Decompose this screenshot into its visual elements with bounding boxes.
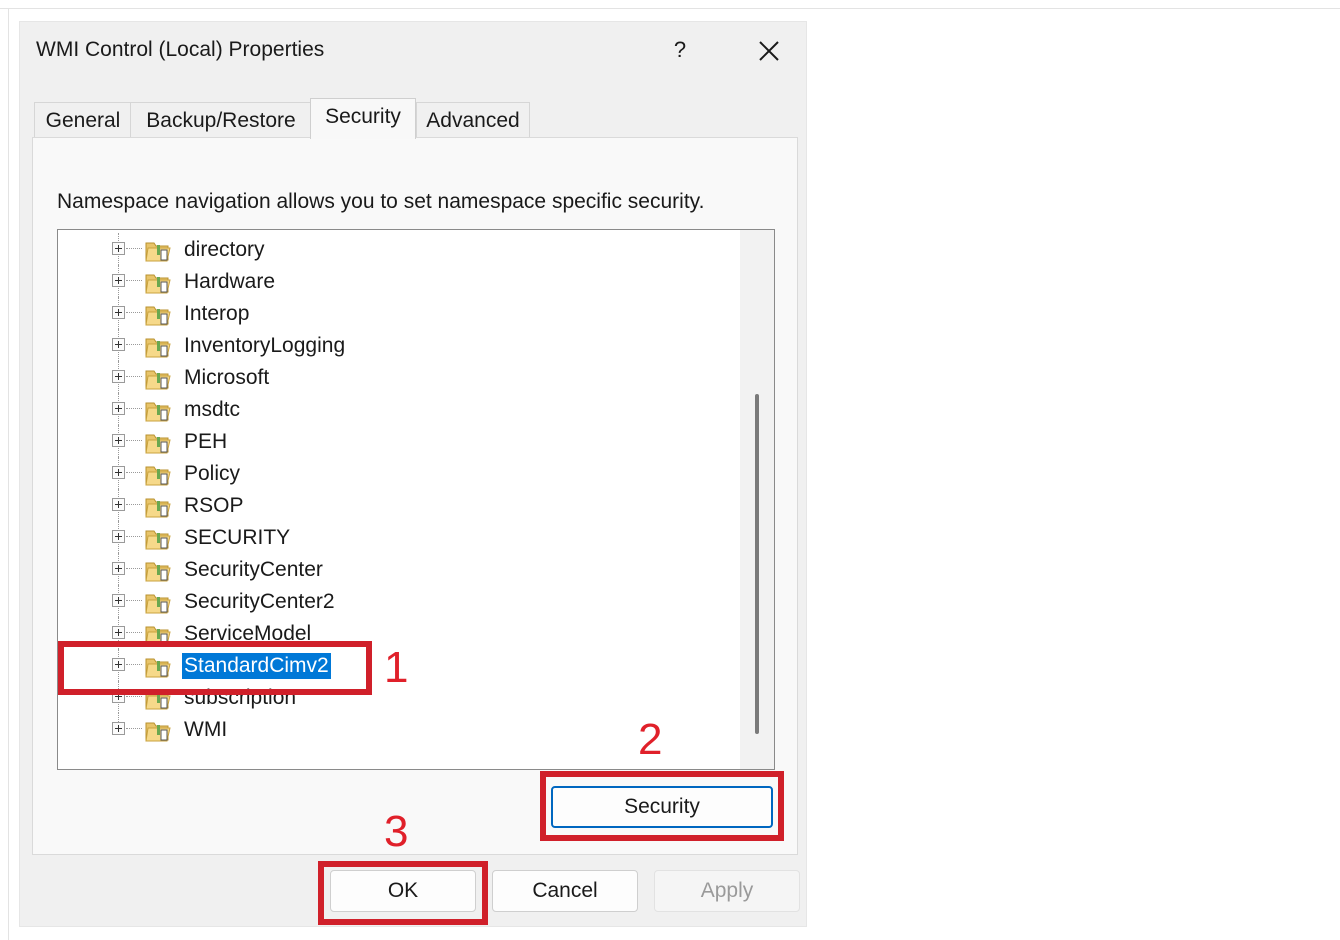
instruction-text: Namespace navigation allows you to set n… (57, 190, 705, 213)
tree-item[interactable]: SecurityCenter2 (58, 585, 748, 617)
tab-backup-restore[interactable]: Backup/Restore (130, 102, 312, 138)
expand-plus-icon[interactable] (112, 338, 125, 351)
namespace-folder-icon (144, 589, 172, 615)
tree-item[interactable]: Interop (58, 297, 748, 329)
tree-item-label[interactable]: Interop (182, 301, 251, 327)
tab-advanced[interactable]: Advanced (416, 102, 530, 138)
namespace-folder-icon (144, 237, 172, 263)
expand-plus-icon[interactable] (112, 306, 125, 319)
cancel-button[interactable]: Cancel (492, 870, 638, 912)
expand-plus-icon[interactable] (112, 242, 125, 255)
tree-item-label[interactable]: Hardware (182, 269, 277, 295)
tree-item-label[interactable]: RSOP (182, 493, 246, 519)
annotation-number-1: 1 (384, 643, 409, 692)
page-top-border (0, 8, 1340, 9)
close-icon (759, 41, 779, 61)
expand-plus-icon[interactable] (112, 434, 125, 447)
tree-item[interactable]: SECURITY (58, 521, 748, 553)
tree-item-label[interactable]: InventoryLogging (182, 333, 347, 359)
dialog-title: WMI Control (Local) Properties (36, 38, 325, 61)
namespace-folder-icon (144, 269, 172, 295)
tree-line (126, 696, 142, 697)
namespace-folder-icon (144, 397, 172, 423)
tree-scrollbar[interactable] (740, 230, 774, 769)
tree-item[interactable]: Hardware (58, 265, 748, 297)
expand-plus-icon[interactable] (112, 466, 125, 479)
close-button[interactable] (748, 32, 788, 68)
annotation-number-3: 3 (384, 807, 409, 856)
expand-plus-icon[interactable] (112, 626, 125, 639)
tree-item[interactable]: InventoryLogging (58, 329, 748, 361)
tree-item-label[interactable]: Microsoft (182, 365, 271, 391)
namespace-folder-icon (144, 525, 172, 551)
tree-item[interactable]: RSOP (58, 489, 748, 521)
tree-item-label[interactable]: SecurityCenter (182, 557, 325, 583)
expand-plus-icon[interactable] (112, 498, 125, 511)
tree-item[interactable]: msdtc (58, 393, 748, 425)
namespace-folder-icon (144, 333, 172, 359)
tree-item-label[interactable]: Policy (182, 461, 242, 487)
expand-plus-icon[interactable] (112, 370, 125, 383)
tree-item-label[interactable]: WMI (182, 717, 229, 743)
namespace-folder-icon (144, 461, 172, 487)
tree-line (126, 472, 142, 473)
tree-line (126, 408, 142, 409)
page-left-border (8, 8, 9, 940)
namespace-folder-icon (144, 493, 172, 519)
annotation-number-2: 2 (638, 715, 663, 764)
apply-button[interactable]: Apply (654, 870, 800, 912)
tree-item[interactable]: SecurityCenter (58, 553, 748, 585)
namespace-folder-icon (144, 557, 172, 583)
tab-general[interactable]: General (34, 102, 132, 138)
tree-item-label[interactable]: msdtc (182, 397, 242, 423)
expand-plus-icon[interactable] (112, 402, 125, 415)
tree-item[interactable]: PEH (58, 425, 748, 457)
annotation-box-3 (318, 861, 488, 925)
expand-plus-icon[interactable] (112, 562, 125, 575)
tree-item-label[interactable]: PEH (182, 429, 229, 455)
tree-line (126, 728, 142, 729)
expand-plus-icon[interactable] (112, 722, 125, 735)
tree-line (126, 248, 142, 249)
tree-item-label[interactable]: SECURITY (182, 525, 292, 551)
tree-line (126, 280, 142, 281)
tree-line (126, 312, 142, 313)
scroll-thumb[interactable] (755, 394, 759, 734)
annotation-box-1 (58, 641, 372, 695)
help-button[interactable]: ? (660, 32, 700, 68)
tree-line (126, 440, 142, 441)
tree-line (126, 568, 142, 569)
tree-line (126, 504, 142, 505)
tree-item-label[interactable]: SecurityCenter2 (182, 589, 337, 615)
tab-security[interactable]: Security (310, 98, 416, 139)
namespace-folder-icon (144, 365, 172, 391)
tree-item[interactable]: Microsoft (58, 361, 748, 393)
tree-line (126, 632, 142, 633)
annotation-box-2 (540, 771, 784, 841)
security-tab-panel: Namespace navigation allows you to set n… (32, 137, 798, 855)
expand-plus-icon[interactable] (112, 530, 125, 543)
tree-line (126, 536, 142, 537)
tree-item[interactable]: directory (58, 233, 748, 265)
expand-plus-icon[interactable] (112, 594, 125, 607)
tree-item-label[interactable]: directory (182, 237, 267, 263)
expand-plus-icon[interactable] (112, 274, 125, 287)
tree-line (126, 600, 142, 601)
namespace-folder-icon (144, 717, 172, 743)
tree-item[interactable]: Policy (58, 457, 748, 489)
tree-line (126, 344, 142, 345)
tree-line (126, 376, 142, 377)
namespace-folder-icon (144, 301, 172, 327)
namespace-folder-icon (144, 429, 172, 455)
